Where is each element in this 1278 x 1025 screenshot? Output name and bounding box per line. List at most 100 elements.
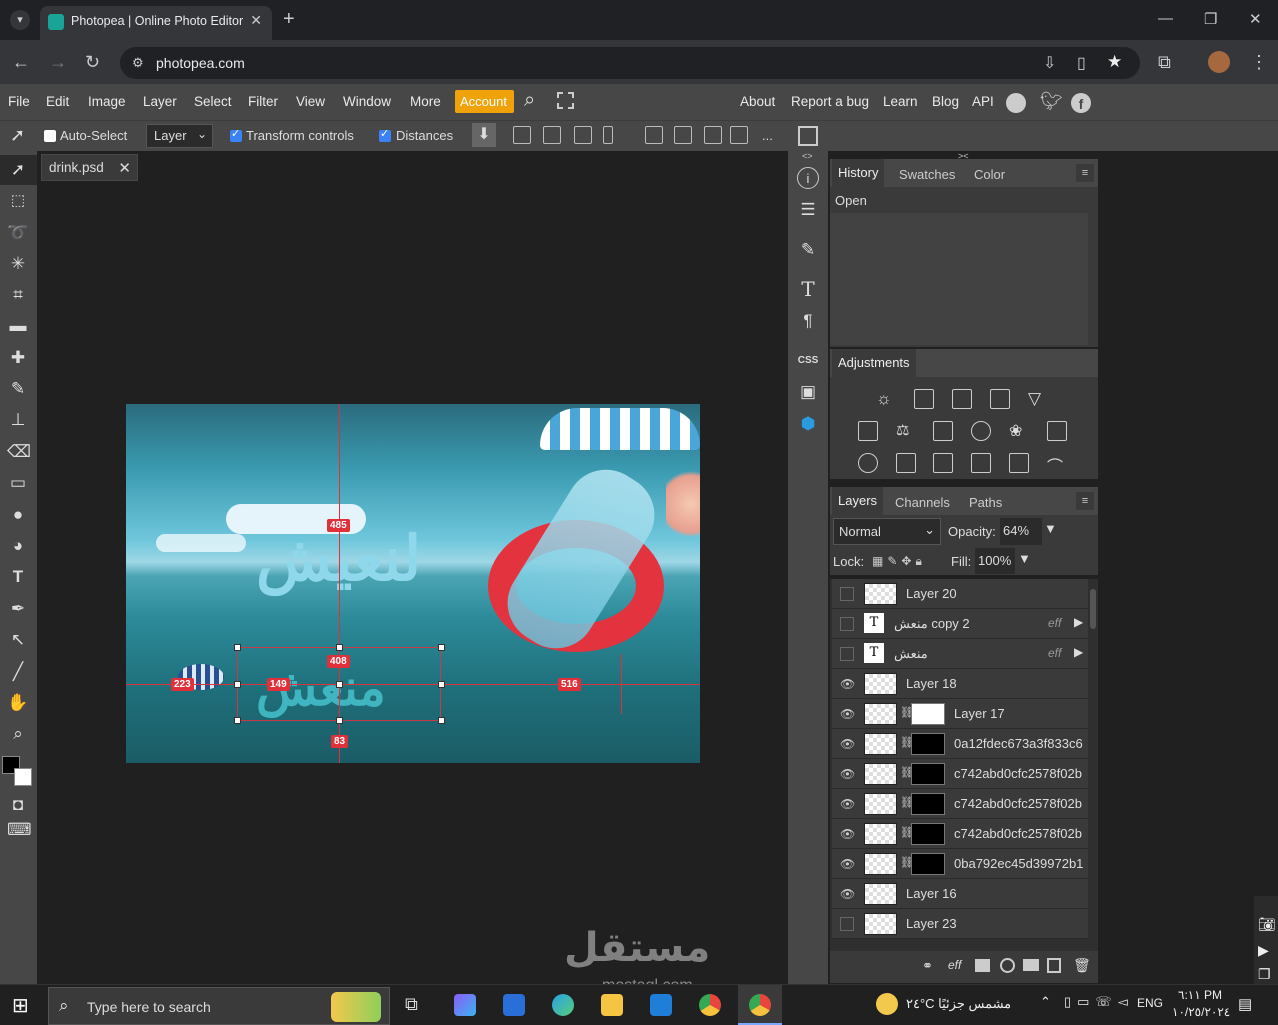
eye-icon[interactable]: 👁︎: [840, 677, 855, 691]
close-tab-icon[interactable]: ✕: [250, 12, 262, 29]
tab-channels[interactable]: Channels: [895, 495, 950, 510]
menu-filter[interactable]: Filter: [248, 94, 278, 109]
align-middle-icon[interactable]: [674, 126, 692, 144]
layer-row[interactable]: T منعش copy 2 eff ▶: [832, 609, 1088, 639]
align-center-h-icon[interactable]: [543, 126, 561, 144]
close-document-icon[interactable]: ✕: [118, 159, 131, 177]
healing-tool-icon[interactable]: ✚: [7, 347, 29, 369]
eye-icon[interactable]: 👁︎: [840, 737, 855, 751]
menu-api[interactable]: API: [972, 94, 994, 109]
menu-report-bug[interactable]: Report a bug: [791, 94, 869, 109]
layer-row[interactable]: Layer 20: [832, 579, 1088, 609]
layer-row[interactable]: 👁︎ Layer 16: [832, 879, 1088, 909]
visibility-toggle[interactable]: [840, 587, 854, 601]
twitter-icon[interactable]: 🐦︎: [1040, 91, 1063, 112]
menu-window[interactable]: Window: [343, 94, 391, 109]
layer-row[interactable]: 👁︎ ⛓ 0ba792ec45d39972b1: [832, 849, 1088, 879]
menu-select[interactable]: Select: [194, 94, 232, 109]
menu-blog[interactable]: Blog: [932, 94, 959, 109]
layer-mask-thumbnail[interactable]: [911, 793, 945, 815]
reddit-icon[interactable]: [1006, 93, 1026, 113]
effects-label[interactable]: eff: [1048, 616, 1061, 630]
move-tool-icon[interactable]: ➚: [7, 159, 29, 181]
bookmark-star-icon[interactable]: ★: [1107, 52, 1122, 72]
tab-layers[interactable]: Layers: [832, 487, 884, 515]
opacity-input[interactable]: 64%: [1000, 518, 1042, 545]
distribute-v-icon[interactable]: [730, 126, 748, 144]
layers-menu-icon[interactable]: ≡: [1076, 492, 1094, 510]
layer-mask-thumbnail[interactable]: [911, 763, 945, 785]
properties-sliders-icon[interactable]: ☰: [797, 199, 819, 221]
tab-adjustments[interactable]: Adjustments: [832, 349, 916, 377]
tab-search-icon[interactable]: ▾: [10, 10, 30, 30]
transform-handle[interactable]: [438, 644, 445, 651]
clock-date[interactable]: ١٠/٢٥/٢٠٢٤: [1172, 1005, 1230, 1019]
notifications-icon[interactable]: ▤: [1238, 995, 1252, 1013]
eye-icon[interactable]: 👁︎: [840, 797, 855, 811]
menu-view[interactable]: View: [296, 94, 325, 109]
threshold-icon[interactable]: [933, 453, 953, 473]
transform-handle[interactable]: [336, 681, 343, 688]
levels-icon[interactable]: [914, 389, 934, 409]
opacity-dropdown-icon[interactable]: ▼: [1044, 521, 1057, 536]
menu-learn[interactable]: Learn: [883, 94, 918, 109]
layer-row[interactable]: 👁︎ ⛓ c742abd0cfc2578f02b: [832, 819, 1088, 849]
tab-swatches[interactable]: Swatches: [899, 167, 955, 182]
hand-tool-icon[interactable]: ✋: [7, 692, 29, 714]
minimize-icon[interactable]: —: [1158, 10, 1173, 27]
align-right-icon[interactable]: [574, 126, 592, 144]
brightness-icon[interactable]: ☼: [876, 389, 896, 409]
transform-handle[interactable]: [234, 644, 241, 651]
task-view-icon[interactable]: ⧉: [405, 994, 418, 1015]
path-select-tool-icon[interactable]: ↖: [7, 629, 29, 651]
brush-panel-icon[interactable]: ✎: [797, 239, 819, 261]
gallery-icon[interactable]: ❐: [1258, 966, 1271, 983]
tab-paths[interactable]: Paths: [969, 495, 1002, 510]
posterize-icon[interactable]: [896, 453, 916, 473]
layer-row[interactable]: 👁︎ ⛓ c742abd0cfc2578f02b: [832, 759, 1088, 789]
image-panel-icon[interactable]: ▣: [797, 381, 819, 403]
selective-color-icon[interactable]: [1009, 453, 1029, 473]
menu-file[interactable]: File: [8, 94, 30, 109]
gradient-tool-icon[interactable]: ▭: [7, 472, 29, 494]
layer-row[interactable]: 👁︎ Layer 18: [832, 669, 1088, 699]
info-icon[interactable]: i: [797, 167, 819, 189]
magic-wand-tool-icon[interactable]: ✳: [7, 253, 29, 275]
quick-mask-icon[interactable]: ◘: [7, 794, 29, 816]
zoom-tool-icon[interactable]: ⌕: [7, 723, 29, 745]
profile-avatar[interactable]: [1208, 51, 1230, 73]
expand-effects-icon[interactable]: ▶: [1074, 615, 1083, 629]
layer-row[interactable]: 👁︎ ⛓ Layer 17: [832, 699, 1088, 729]
keyboard-icon[interactable]: ⌨: [7, 819, 32, 841]
document-canvas[interactable]: لنعيش منعش 485 408 223 149 516 83: [126, 404, 700, 763]
crop-tool-icon[interactable]: ⌗: [7, 284, 29, 306]
browser-menu-icon[interactable]: ⋮: [1250, 52, 1268, 73]
collapse-arrows-icon[interactable]: <>: [802, 151, 813, 161]
site-info-icon[interactable]: ⚙: [132, 55, 144, 71]
expand-effects-icon[interactable]: ▶: [1074, 645, 1083, 659]
omnibox[interactable]: ⚙ photopea.com ⇩ ▯ ★: [120, 47, 1140, 79]
extensions-icon[interactable]: ⧉: [1158, 52, 1171, 73]
vibrance-icon[interactable]: ▽: [1028, 389, 1048, 409]
menu-edit[interactable]: Edit: [46, 94, 69, 109]
visibility-toggle[interactable]: [840, 617, 854, 631]
edge-icon[interactable]: [552, 994, 574, 1016]
layer-mask-thumbnail[interactable]: [911, 853, 945, 875]
distances-checkbox[interactable]: [379, 127, 391, 142]
new-tab-icon[interactable]: +: [283, 8, 295, 31]
layer-dropdown[interactable]: Layer ⌄: [146, 124, 213, 148]
transform-controls-checkbox[interactable]: [230, 127, 242, 142]
document-tab[interactable]: drink.psd ✕: [41, 154, 138, 181]
forward-icon[interactable]: →: [49, 52, 67, 73]
fill-input[interactable]: 100%: [975, 548, 1015, 574]
exposure-icon[interactable]: [990, 389, 1010, 409]
3d-panel-icon[interactable]: ⬢: [797, 413, 819, 435]
blur-tool-icon[interactable]: ●: [7, 504, 29, 526]
new-folder-icon[interactable]: [1023, 959, 1039, 971]
tray-chevron-icon[interactable]: ⌃: [1040, 994, 1051, 1010]
add-effect-icon[interactable]: eff: [948, 958, 961, 972]
menu-about[interactable]: About: [740, 94, 775, 109]
add-mask-icon[interactable]: [975, 959, 990, 972]
fill-dropdown-icon[interactable]: ▼: [1018, 551, 1031, 566]
lock-icons[interactable]: ▦✎✥🔒︎: [872, 554, 926, 569]
